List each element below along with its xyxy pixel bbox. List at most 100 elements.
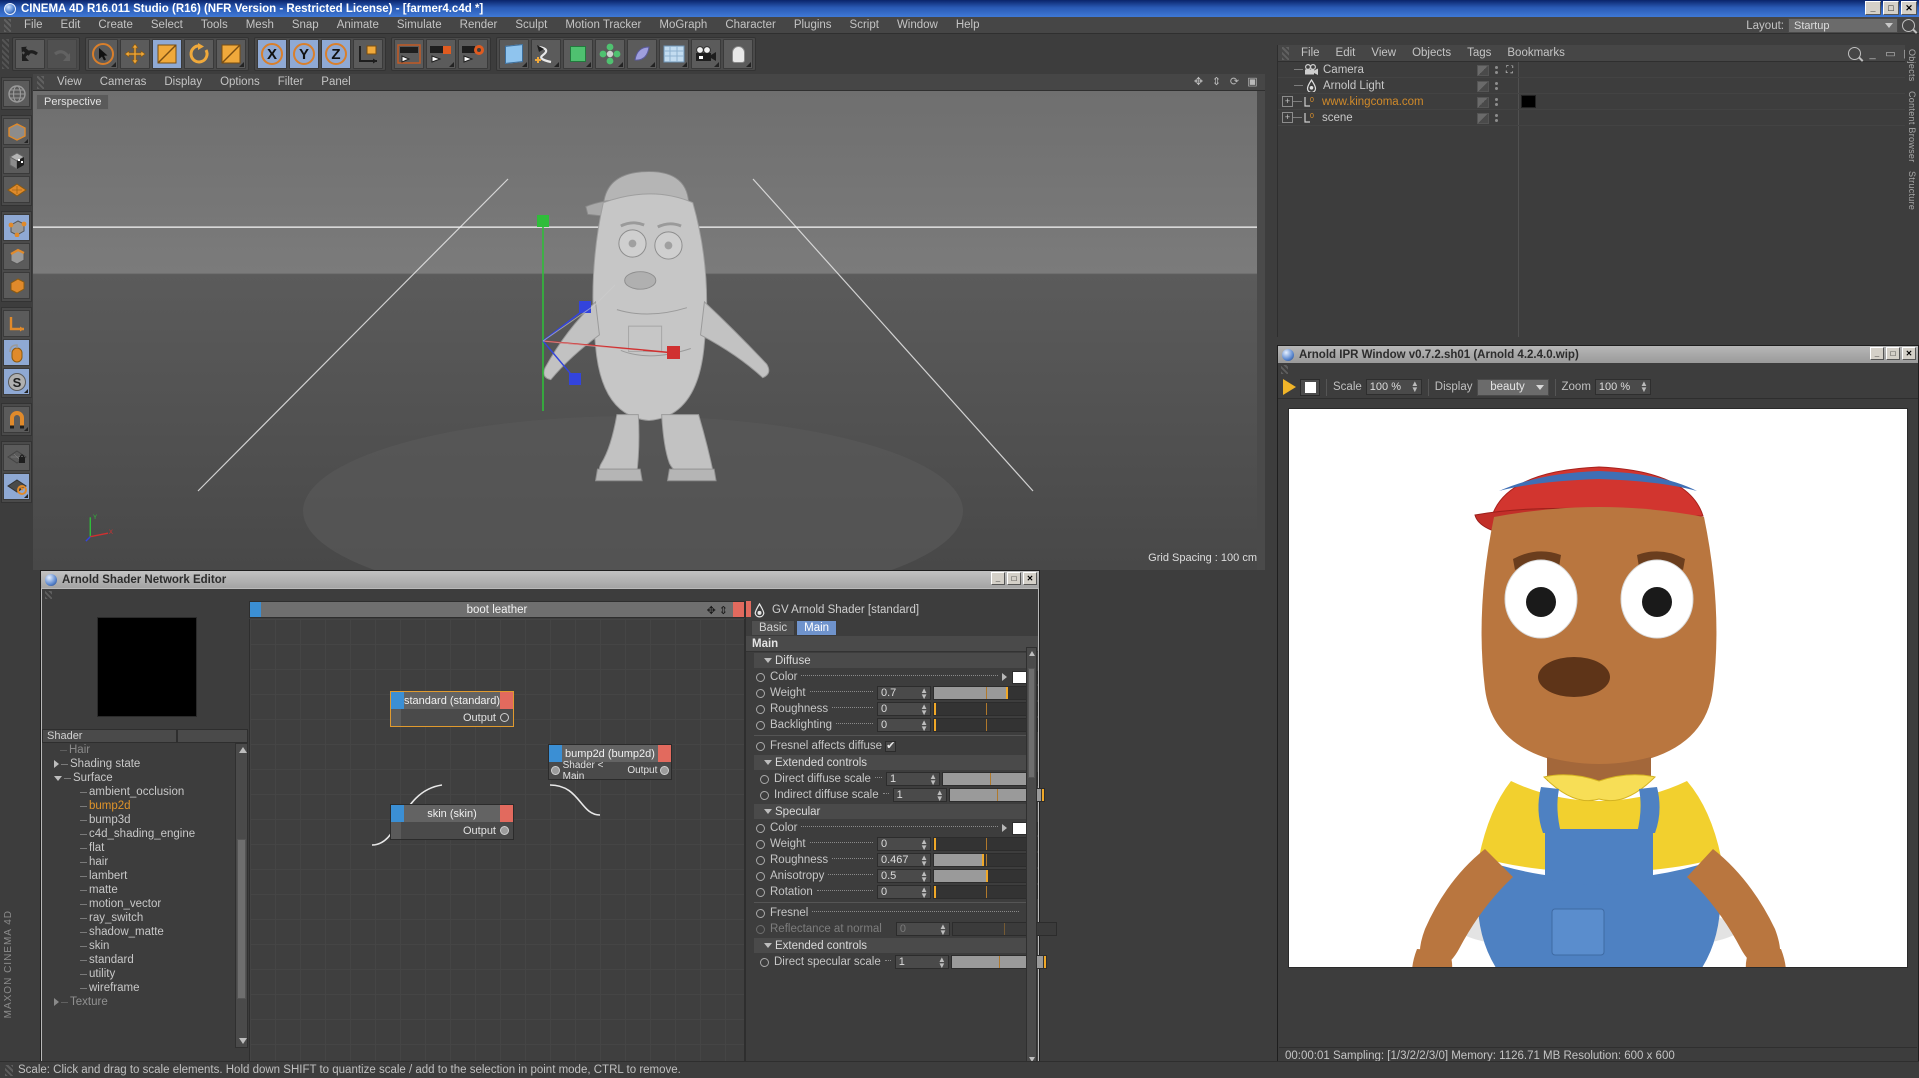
tree-item-bump2d[interactable]: bump2d — [42, 799, 234, 813]
resize-graph-icon[interactable]: ⇕ — [719, 604, 728, 617]
row-fresnel-affects-diffuse[interactable]: Fresnel affects diffuse — [746, 738, 1038, 754]
viewport-menu-panel[interactable]: Panel — [312, 74, 359, 91]
object-row-scene[interactable]: + 0 scene — [1278, 110, 1919, 126]
move-graph-icon[interactable]: ✥ — [707, 604, 716, 617]
param-slider[interactable] — [942, 772, 1038, 786]
om-menu-file[interactable]: File — [1293, 45, 1328, 62]
param-value-field[interactable]: 0 ▲▼ — [877, 718, 931, 732]
sne-close-button[interactable]: ✕ — [1023, 572, 1037, 585]
param-slider[interactable] — [933, 702, 1038, 716]
row-fresnel[interactable]: Fresnel — [746, 905, 1038, 921]
menu-mesh[interactable]: Mesh — [237, 17, 283, 34]
object-manager-grip-icon[interactable] — [1282, 47, 1289, 60]
param-anim-toggle[interactable] — [756, 909, 765, 918]
param-anim-toggle[interactable] — [760, 958, 769, 967]
om-menu-tags[interactable]: Tags — [1459, 45, 1499, 62]
param-anim-toggle[interactable] — [756, 673, 765, 682]
menu-edit[interactable]: Edit — [52, 17, 90, 34]
sne-grip-icon[interactable] — [45, 591, 52, 599]
param-slider[interactable] — [933, 718, 1038, 732]
vtab-objects[interactable]: Objects — [1907, 49, 1917, 82]
visible-render-dot[interactable] — [1495, 119, 1498, 122]
menu-simulate[interactable]: Simulate — [388, 17, 451, 34]
checkbox[interactable] — [885, 741, 896, 752]
visible-render-dot[interactable] — [1495, 87, 1498, 90]
statusbar-grip-icon[interactable] — [5, 1065, 13, 1076]
spinner-icon[interactable]: ▲▼ — [920, 704, 928, 716]
spinner-icon[interactable]: ▲▼ — [929, 774, 937, 786]
search-icon[interactable] — [1902, 19, 1915, 32]
tree-item-shadow-matte[interactable]: shadow_matte — [42, 925, 234, 939]
tree-item-flat[interactable]: flat — [42, 841, 234, 855]
redo-button[interactable] — [47, 39, 77, 69]
tree-item-c4d-shading-engine[interactable]: c4d_shading_engine — [42, 827, 234, 841]
tree-item-hair[interactable]: hair — [42, 855, 234, 869]
row-indirect-diffuse-scale[interactable]: Indirect diffuse scale 1 ▲▼ — [746, 787, 1038, 803]
viewport-scrollbar[interactable] — [1257, 91, 1265, 570]
undo-button[interactable] — [15, 39, 45, 69]
object-manager-list[interactable]: Camera ⛶ Arnold Light — [1278, 62, 1919, 337]
row-direct-diffuse-scale[interactable]: Direct diffuse scale 1 ▲▼ — [746, 771, 1038, 787]
param-value-field[interactable]: 0.467 ▲▼ — [877, 853, 931, 867]
visible-editor-dot[interactable] — [1495, 98, 1498, 101]
object-row-kingcoma[interactable]: + 0 www.kingcoma.com — [1278, 94, 1919, 110]
viewport-solo-button[interactable] — [3, 339, 30, 366]
add-deformer-button[interactable] — [627, 39, 657, 69]
row-direct-specular-scale[interactable]: Direct specular scale 1 ▲▼ — [746, 954, 1038, 970]
spinner-icon[interactable]: ▲▼ — [1411, 381, 1419, 393]
point-mode-button[interactable] — [3, 214, 30, 241]
spinner-icon[interactable]: ▲▼ — [1640, 381, 1648, 393]
ipr-zoom-field[interactable]: 100 % ▲▼ — [1595, 379, 1651, 395]
planar-workplane-button[interactable] — [3, 473, 30, 500]
param-slider[interactable] — [933, 686, 1038, 700]
node-standard[interactable]: standard (standard) Output — [390, 691, 514, 727]
vtab-structure[interactable]: Structure — [1907, 171, 1917, 210]
sne-maximize-button[interactable]: □ — [1007, 572, 1021, 585]
param-value-field[interactable]: 0.7 ▲▼ — [877, 686, 931, 700]
slider-knob[interactable] — [934, 838, 936, 850]
viewport-grip-icon[interactable] — [37, 76, 44, 89]
param-anim-toggle[interactable] — [756, 840, 765, 849]
ipr-grip-icon[interactable] — [1281, 365, 1288, 374]
tab-basic[interactable]: Basic — [751, 620, 795, 636]
row-specular-roughness[interactable]: Roughness 0.467 ▲▼ — [746, 852, 1038, 868]
input-port[interactable] — [551, 766, 560, 775]
output-port[interactable] — [500, 826, 509, 835]
slider-knob[interactable] — [934, 703, 936, 715]
spinner-icon[interactable]: ▲▼ — [920, 688, 928, 700]
output-port[interactable] — [660, 766, 669, 775]
tree-item-lambert[interactable]: lambert — [42, 869, 234, 883]
menu-sculpt[interactable]: Sculpt — [506, 17, 556, 34]
tree-item-skin[interactable]: skin — [42, 939, 234, 953]
tree-item-ray-switch[interactable]: ray_switch — [42, 911, 234, 925]
render-region-button[interactable] — [426, 39, 456, 69]
param-anim-toggle[interactable] — [756, 721, 765, 730]
spinner-icon[interactable]: ▲▼ — [920, 887, 928, 899]
world-object-coordinates-button[interactable] — [353, 39, 383, 69]
visibility-swatch-icon[interactable] — [1477, 97, 1489, 108]
param-slider[interactable] — [933, 837, 1038, 851]
row-diffuse-color[interactable]: Color — [746, 669, 1038, 685]
layout-dropdown[interactable]: Startup — [1788, 18, 1898, 33]
menubar-grip-icon[interactable] — [4, 19, 11, 32]
viewport-menu-filter[interactable]: Filter — [269, 74, 313, 91]
lock-workplane-button[interactable] — [3, 444, 30, 471]
enable-axis-modification-button[interactable] — [3, 310, 30, 337]
visibility-swatch-icon[interactable] — [1477, 81, 1489, 92]
row-specular-color[interactable]: Color — [746, 820, 1038, 836]
param-slider[interactable] — [933, 869, 1038, 883]
menu-window[interactable]: Window — [888, 17, 947, 34]
scrollbar-thumb[interactable] — [1028, 668, 1035, 778]
om-menu-view[interactable]: View — [1363, 45, 1404, 62]
om-menu-edit[interactable]: Edit — [1328, 45, 1364, 62]
maximize-viewport-icon[interactable]: ▣ — [1246, 75, 1259, 88]
scroll-down-icon[interactable] — [239, 1038, 247, 1044]
rotate-tool-button[interactable] — [184, 39, 214, 69]
menu-select[interactable]: Select — [142, 17, 192, 34]
viewport-menu-options[interactable]: Options — [211, 74, 269, 91]
chevron-right-icon[interactable] — [1002, 673, 1007, 681]
tree-item-surface[interactable]: Surface — [42, 771, 234, 785]
scale-alt-tool-button[interactable] — [216, 39, 246, 69]
om-search-icon[interactable] — [1848, 47, 1861, 60]
menu-tools[interactable]: Tools — [192, 17, 237, 34]
